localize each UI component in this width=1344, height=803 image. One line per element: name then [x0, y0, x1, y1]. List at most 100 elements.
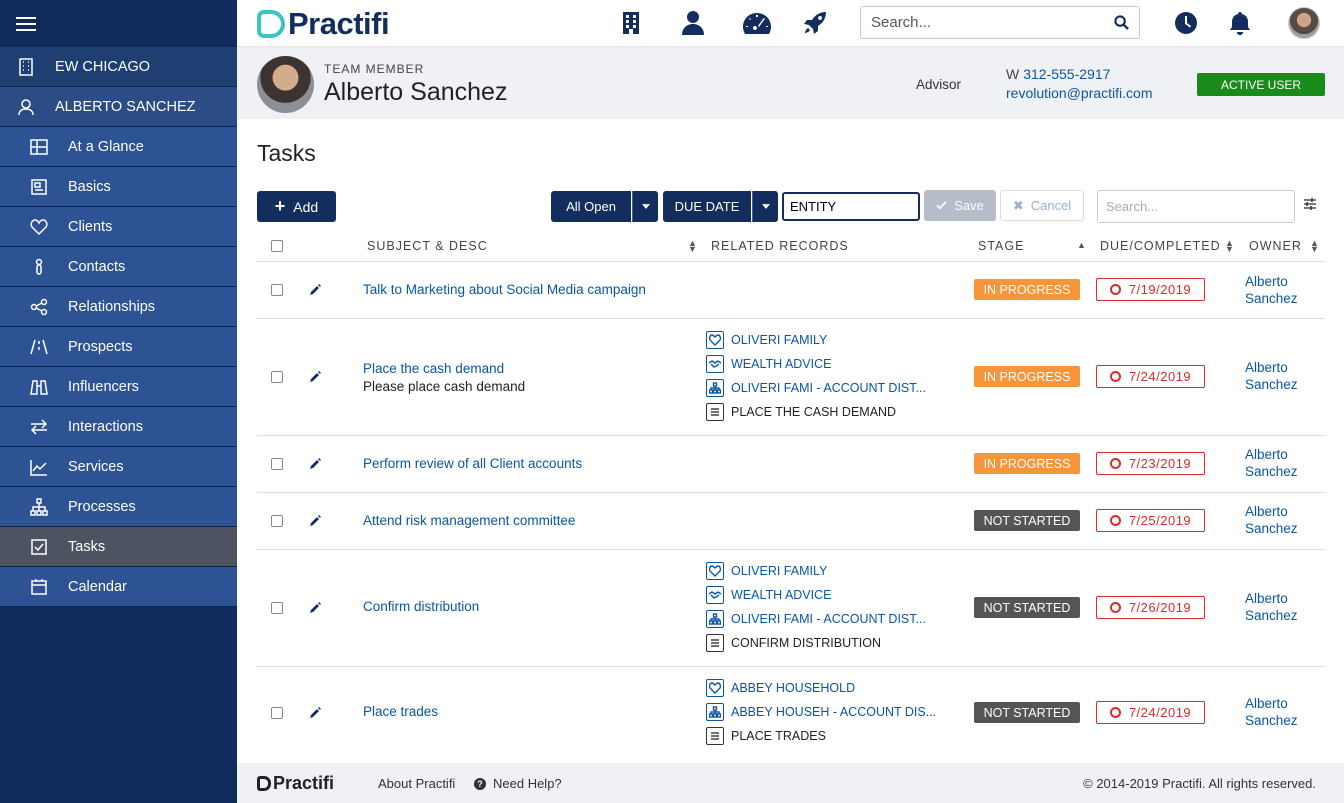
edit-pencil-icon[interactable]	[309, 707, 321, 719]
table-row[interactable]: Place the cash demand Please place cash …	[257, 319, 1325, 436]
related-record-link[interactable]: OLIVERI FAMI - ACCOUNT DIST...	[706, 610, 926, 628]
owner-last[interactable]: Sanchez	[1245, 377, 1298, 392]
owner-first[interactable]: Alberto	[1245, 274, 1288, 289]
task-subject-link[interactable]: Perform review of all Client accounts	[363, 456, 582, 471]
table-row[interactable]: Place trades ABBEY HOUSEHOLD ABBEY HOUSE…	[257, 667, 1325, 761]
sort-asc-icon[interactable]: ▲	[1077, 241, 1086, 250]
view-selector-button[interactable]: All Open	[551, 191, 631, 222]
row-checkbox[interactable]	[271, 602, 283, 614]
search-icon[interactable]	[1114, 15, 1129, 30]
column-header-stage[interactable]: STAGE	[978, 239, 1024, 253]
owner-first[interactable]: Alberto	[1245, 696, 1288, 711]
owner-first[interactable]: Alberto	[1245, 360, 1288, 375]
group-by-input[interactable]	[782, 192, 920, 221]
owner-link[interactable]: Alberto Sanchez	[1245, 273, 1298, 307]
sidebar-item-at-a-glance[interactable]: At a Glance	[0, 127, 237, 167]
related-record-link[interactable]: OLIVERI FAMILY	[706, 331, 827, 349]
profile-email[interactable]: revolution@practifi.com	[1006, 85, 1153, 101]
edit-pencil-icon[interactable]	[309, 515, 321, 527]
phone-number[interactable]: 312-555-2917	[1023, 66, 1110, 82]
table-row[interactable]: Talk to Marketing about Social Media cam…	[257, 262, 1325, 319]
about-link[interactable]: About Practifi	[378, 776, 455, 791]
practifi-logo[interactable]: Practifi	[257, 6, 390, 42]
sidebar-item-contacts[interactable]: Contacts	[0, 247, 237, 287]
owner-link[interactable]: Alberto Sanchez	[1245, 695, 1298, 729]
sort-dropdown-toggle[interactable]	[752, 191, 778, 222]
edit-pencil-icon[interactable]	[309, 284, 321, 296]
edit-pencil-icon[interactable]	[309, 602, 321, 614]
help-link[interactable]: ? Need Help?	[474, 776, 562, 791]
select-all-checkbox[interactable]	[271, 240, 283, 252]
row-checkbox[interactable]	[271, 458, 283, 470]
related-label[interactable]: OLIVERI FAMILY	[731, 564, 827, 578]
related-label[interactable]: ABBEY HOUSEH - ACCOUNT DIS...	[731, 705, 936, 719]
row-checkbox[interactable]	[271, 371, 283, 383]
user-avatar[interactable]	[1288, 7, 1320, 39]
related-record-link[interactable]: OLIVERI FAMI - ACCOUNT DIST...	[706, 379, 926, 397]
clock-icon[interactable]	[1174, 11, 1198, 35]
sidebar-item-services[interactable]: Services	[0, 447, 237, 487]
owner-link[interactable]: Alberto Sanchez	[1245, 359, 1298, 393]
edit-pencil-icon[interactable]	[309, 371, 321, 383]
global-search[interactable]	[860, 6, 1140, 39]
cancel-button[interactable]: ✖ Cancel	[1000, 190, 1084, 221]
owner-last[interactable]: Sanchez	[1245, 521, 1298, 536]
sort-icon[interactable]: ▲ ▼	[1225, 239, 1234, 254]
related-label[interactable]: OLIVERI FAMI - ACCOUNT DIST...	[731, 612, 926, 626]
related-label[interactable]: OLIVERI FAMILY	[731, 333, 827, 347]
sidebar-item-interactions[interactable]: Interactions	[0, 407, 237, 447]
view-dropdown-toggle[interactable]	[632, 191, 658, 222]
task-subject-link[interactable]: Confirm distribution	[363, 599, 479, 614]
owner-link[interactable]: Alberto Sanchez	[1245, 503, 1298, 537]
sidebar-item-prospects[interactable]: Prospects	[0, 327, 237, 367]
owner-last[interactable]: Sanchez	[1245, 464, 1298, 479]
filter-settings-icon[interactable]	[1303, 197, 1317, 211]
task-subject-link[interactable]: Place trades	[363, 704, 438, 719]
add-task-button[interactable]: + Add	[257, 191, 336, 222]
related-label[interactable]: WEALTH ADVICE	[731, 357, 831, 371]
row-checkbox[interactable]	[271, 515, 283, 527]
owner-first[interactable]: Alberto	[1245, 591, 1288, 606]
related-label[interactable]: WEALTH ADVICE	[731, 588, 831, 602]
sidebar-item-clients[interactable]: Clients	[0, 207, 237, 247]
row-checkbox[interactable]	[271, 284, 283, 296]
table-row[interactable]: Attend risk management committee NOT STA…	[257, 493, 1325, 550]
task-subject-link[interactable]: Attend risk management committee	[363, 513, 575, 528]
column-header-owner[interactable]: OWNER	[1249, 239, 1302, 253]
bell-icon[interactable]	[1228, 11, 1252, 35]
row-checkbox[interactable]	[271, 707, 283, 719]
task-subject-link[interactable]: Talk to Marketing about Social Media cam…	[363, 282, 646, 297]
list-search-input[interactable]	[1097, 190, 1295, 223]
sort-icon[interactable]: ▲ ▼	[1310, 239, 1319, 254]
column-header-subject[interactable]: SUBJECT & DESC	[367, 239, 488, 253]
sidebar-item-relationships[interactable]: Relationships	[0, 287, 237, 327]
related-record-link[interactable]: WEALTH ADVICE	[706, 586, 831, 604]
owner-last[interactable]: Sanchez	[1245, 713, 1298, 728]
owner-first[interactable]: Alberto	[1245, 504, 1288, 519]
person-icon[interactable]	[680, 10, 706, 36]
owner-last[interactable]: Sanchez	[1245, 291, 1298, 306]
owner-first[interactable]: Alberto	[1245, 447, 1288, 462]
sidebar-item-influencers[interactable]: Influencers	[0, 367, 237, 407]
table-row[interactable]: Confirm distribution OLIVERI FAMILY WEAL…	[257, 550, 1325, 667]
profile-phone[interactable]: W 312-555-2917	[1006, 66, 1110, 82]
building-icon[interactable]	[618, 10, 644, 36]
dashboard-gauge-icon[interactable]	[742, 10, 772, 36]
sidebar-item-firm[interactable]: EW CHICAGO	[0, 47, 237, 87]
owner-link[interactable]: Alberto Sanchez	[1245, 590, 1298, 624]
column-header-due[interactable]: DUE/COMPLETED	[1100, 239, 1221, 253]
edit-pencil-icon[interactable]	[309, 458, 321, 470]
sidebar-item-processes[interactable]: Processes	[0, 487, 237, 527]
sidebar-item-basics[interactable]: Basics	[0, 167, 237, 207]
sidebar-item-calendar[interactable]: Calendar	[0, 567, 237, 607]
rocket-icon[interactable]	[802, 10, 828, 36]
sidebar-item-tasks[interactable]: Tasks	[0, 527, 237, 567]
related-label[interactable]: OLIVERI FAMI - ACCOUNT DIST...	[731, 381, 926, 395]
table-row[interactable]: Perform review of all Client accounts IN…	[257, 436, 1325, 493]
related-label[interactable]: ABBEY HOUSEHOLD	[731, 681, 855, 695]
owner-last[interactable]: Sanchez	[1245, 608, 1298, 623]
task-subject-link[interactable]: Place the cash demand	[363, 361, 504, 376]
related-record-link[interactable]: WEALTH ADVICE	[706, 355, 831, 373]
related-record-link[interactable]: ABBEY HOUSEH - ACCOUNT DIS...	[706, 703, 936, 721]
sort-selector-button[interactable]: DUE DATE	[663, 191, 751, 222]
